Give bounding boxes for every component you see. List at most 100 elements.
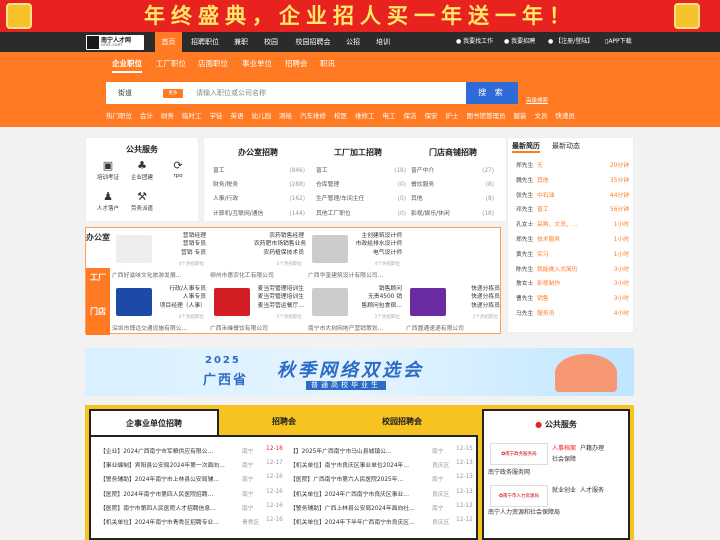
news-item[interactable]: 【企业】2024广西南宁市军粮供应有限公… 南宁 12-18 [100,446,283,455]
category-item[interactable]: 生产管理/车间主任 (0) [316,192,406,206]
company-name[interactable]: 广西圆通速递有限公司 [406,323,501,332]
promo-banner[interactable]: 年终盛典，企业招人买一年送一年！ [0,0,720,32]
resume-row[interactable]: 陈先生 我能做入式简历 3小时 [516,264,629,273]
search-button[interactable]: 搜 索 [466,82,518,104]
gov-service-name[interactable]: 南宁政务服务网 [488,467,530,476]
job-link[interactable]: 麦当劳管理培训生 [254,293,304,301]
job-link[interactable]: 市政给排水设计师 [352,240,402,248]
hot-tag[interactable]: 会计 [140,112,153,120]
category-item[interactable]: 仓库管理 (0) [316,178,406,192]
nav-training[interactable]: 培训 [371,32,395,52]
company-name[interactable]: 深圳市博远交通设施有限公… [112,323,207,332]
company-cell[interactable]: 快递分拣员 快递分拣员 快递分拣员 2个热招职位 广西圆通速递有限公司 [404,282,500,334]
news-item[interactable]: 【警务辅助】2024年南宁市上林县公安局辅… 南宁 12-16 [100,474,283,483]
category-item[interactable]: 影视/娱乐/休闲 (18) [411,207,494,221]
talent-service-link[interactable]: 人才服务 [580,485,604,494]
hot-tag[interactable]: 电工 [383,112,396,120]
job-link[interactable]: 营销 专员 [156,249,206,257]
resume-row[interactable]: 曹先生 销售 3小时 [516,293,629,302]
tab-factory-jobs[interactable]: 工厂职位 [156,58,186,69]
autumn-fair-banner[interactable]: 2025 广西省 秋季网络双选会 普通高校毕业生 [85,348,634,396]
nav-public[interactable]: 公招 [341,32,365,52]
nav-home[interactable]: 首页 [155,32,182,52]
job-link[interactable]: 农药销售经理 [254,232,304,240]
social-security-link[interactable]: 社会保障 [552,454,576,463]
resume-row[interactable]: 魏先生 其他 35分钟 [516,175,629,184]
tab-store-jobs[interactable]: 店面职位 [198,58,228,69]
company-name[interactable]: 广西好滋味文化旅游发展… [112,270,207,279]
hot-tag[interactable]: 保安 [425,112,438,120]
gov-service-logo[interactable]: ✪南宁政务服务局 [490,443,548,465]
hot-tag[interactable]: 快递员 [556,112,576,120]
job-link[interactable]: 无责4500 销 [352,293,402,301]
hot-tag[interactable]: 临时工 [182,112,202,120]
news-item[interactable]: 【机关单位】南宁市良庆区事业单位2024年… 良庆区 12-13 [290,460,473,469]
search-input[interactable]: 请输入职位或公司名称 [196,82,266,104]
hot-tag[interactable]: 汽车维修 [300,112,326,120]
job-link[interactable]: 农药植保技术员 [254,249,304,257]
tab-store[interactable]: 门店 [86,302,110,335]
company-cell[interactable]: 农药销售经理 农药肥市场销售业务 农药植保技术员 2个热招职位 柳州市惠农化工有限公司 [208,229,306,281]
tab-factory[interactable]: 工厂 [86,268,110,302]
job-link[interactable]: 售顾问包食宿… [352,302,402,310]
hot-tag[interactable]: 服装 [514,112,527,120]
hot-tag[interactable]: 保洁 [404,112,417,120]
company-cell[interactable]: 营销经理 营销专员 营销 专员 4个热招职位 广西好滋味文化旅游发展… [110,229,206,281]
login-link[interactable]: ● 【注册/登陆】 [548,32,593,52]
resume-row[interactable]: 黄先生 实习 1小时 [516,249,629,258]
city-switch-button[interactable]: 更多 [163,89,183,98]
hot-tag[interactable]: 文员 [535,112,548,120]
hr-bureau-logo[interactable]: ✪南宁市人力资源局 [490,485,548,507]
category-item[interactable]: 其他 (8) [411,192,494,206]
job-link[interactable]: 销售顾问 [352,285,402,293]
hot-tag[interactable]: 财务 [161,112,174,120]
job-link[interactable]: 电气设计师 [352,249,402,257]
employment-link[interactable]: 就业创业 [552,485,576,494]
category-item[interactable]: 普产中介 (27) [411,164,494,178]
company-name[interactable]: 柳州市惠农化工有限公司 [210,270,305,279]
site-logo[interactable]: 南宁人才网 nnrc.com [86,35,144,50]
news-item[interactable]: 【机关单位】2024年南宁市青秀区招聘专业… 青秀区 12-16 [100,517,283,526]
resume-row[interactable]: 邓先生 普工 56分钟 [516,204,629,213]
service-team-building[interactable]: ♣ 企业团建 [124,159,160,181]
service-settlement[interactable]: ♟ 人才落户 [90,190,126,212]
advanced-search-link[interactable]: 高级搜索 [526,96,548,104]
hot-tag[interactable]: 护士 [446,112,459,120]
hot-tag[interactable]: 图书馆管理员 [467,112,506,120]
job-link[interactable]: 行政/人事专员 [156,285,206,293]
company-name[interactable]: 广西华奎建筑设计有限公司… [308,270,403,279]
job-link[interactable]: 项目经理（人事） [156,302,206,310]
news-item[interactable]: 【医院】南宁市第四人民医院人才招聘信息… 南宁 12-16 [100,503,283,512]
job-link[interactable]: 主创建筑设计师 [352,232,402,240]
category-item[interactable]: 人事/行政 (162) [213,192,305,206]
resume-row[interactable]: 马先生 服务员 4小时 [516,308,629,317]
category-item[interactable]: 财务/税务 (288) [213,178,305,192]
resume-row[interactable]: 郑先生 技术服务 1小时 [516,234,629,243]
company-cell[interactable]: 销售顾问 无责4500 销售顾问包食宿… 2个热招职位 南宁市大树网地产营销策划… [306,282,402,334]
resume-row[interactable]: 郑先生无 20分钟 [516,160,629,169]
nav-jobs[interactable]: 招聘职位 [187,32,223,52]
company-cell[interactable]: 行政/人事专员 人事专员 项目经理（人事） 4个热招职位 深圳市博远交通设施有限公… [110,282,206,334]
company-cell[interactable]: 主创建筑设计师 市政给排水设计师 电气设计师 4个热招职位 广西华奎建筑设计有限公司… [306,229,402,281]
news-item[interactable]: 【事业编制】宾阳县公安局2024年第一次面向… 南宁 12-17 [100,460,283,469]
category-item[interactable]: 餐饮服务 (8) [411,178,494,192]
service-rpo[interactable]: ⟳ rpo [160,159,196,179]
resume-row[interactable]: 孔女士 采购、文员、… 1小时 [516,219,629,228]
post-job-link[interactable]: ● 我要招聘 [504,32,535,52]
city-selector[interactable]: 街道 [118,82,132,104]
job-link[interactable]: 麦当劳营运餐厅… [254,302,304,310]
service-training[interactable]: ▣ 培训考证 [90,159,126,181]
resume-row[interactable]: 詹女士 影视制作 3小时 [516,278,629,287]
tab-institution-recruit[interactable]: 企事业单位招聘 [89,409,219,437]
company-name[interactable]: 广西禾峰餐饮有限公司 [210,323,305,332]
hot-tag[interactable]: 学徒 [210,112,223,120]
tab-news[interactable]: 职讯 [320,58,335,69]
tab-job-fair-list[interactable]: 招聘会 [219,409,349,435]
tab-campus-fair-list[interactable]: 校园招聘会 [337,409,467,435]
service-dispatch[interactable]: ⚒ 劳务派遣 [124,190,160,212]
company-cell[interactable]: 麦当劳管理培训生 麦当劳管理培训生 麦当劳营运餐厅… 2个热招职位 广西禾峰餐饮有限公司 [208,282,304,334]
hot-tag[interactable]: 维修工 [355,112,375,120]
news-item[interactable]: 【】2025年广西南宁市马山县城镇公… 南宁 12-15 [290,446,473,455]
category-item[interactable]: 计算机/互联网/通信 (144) [213,207,305,221]
household-link[interactable]: 户籍办理 [580,443,604,452]
